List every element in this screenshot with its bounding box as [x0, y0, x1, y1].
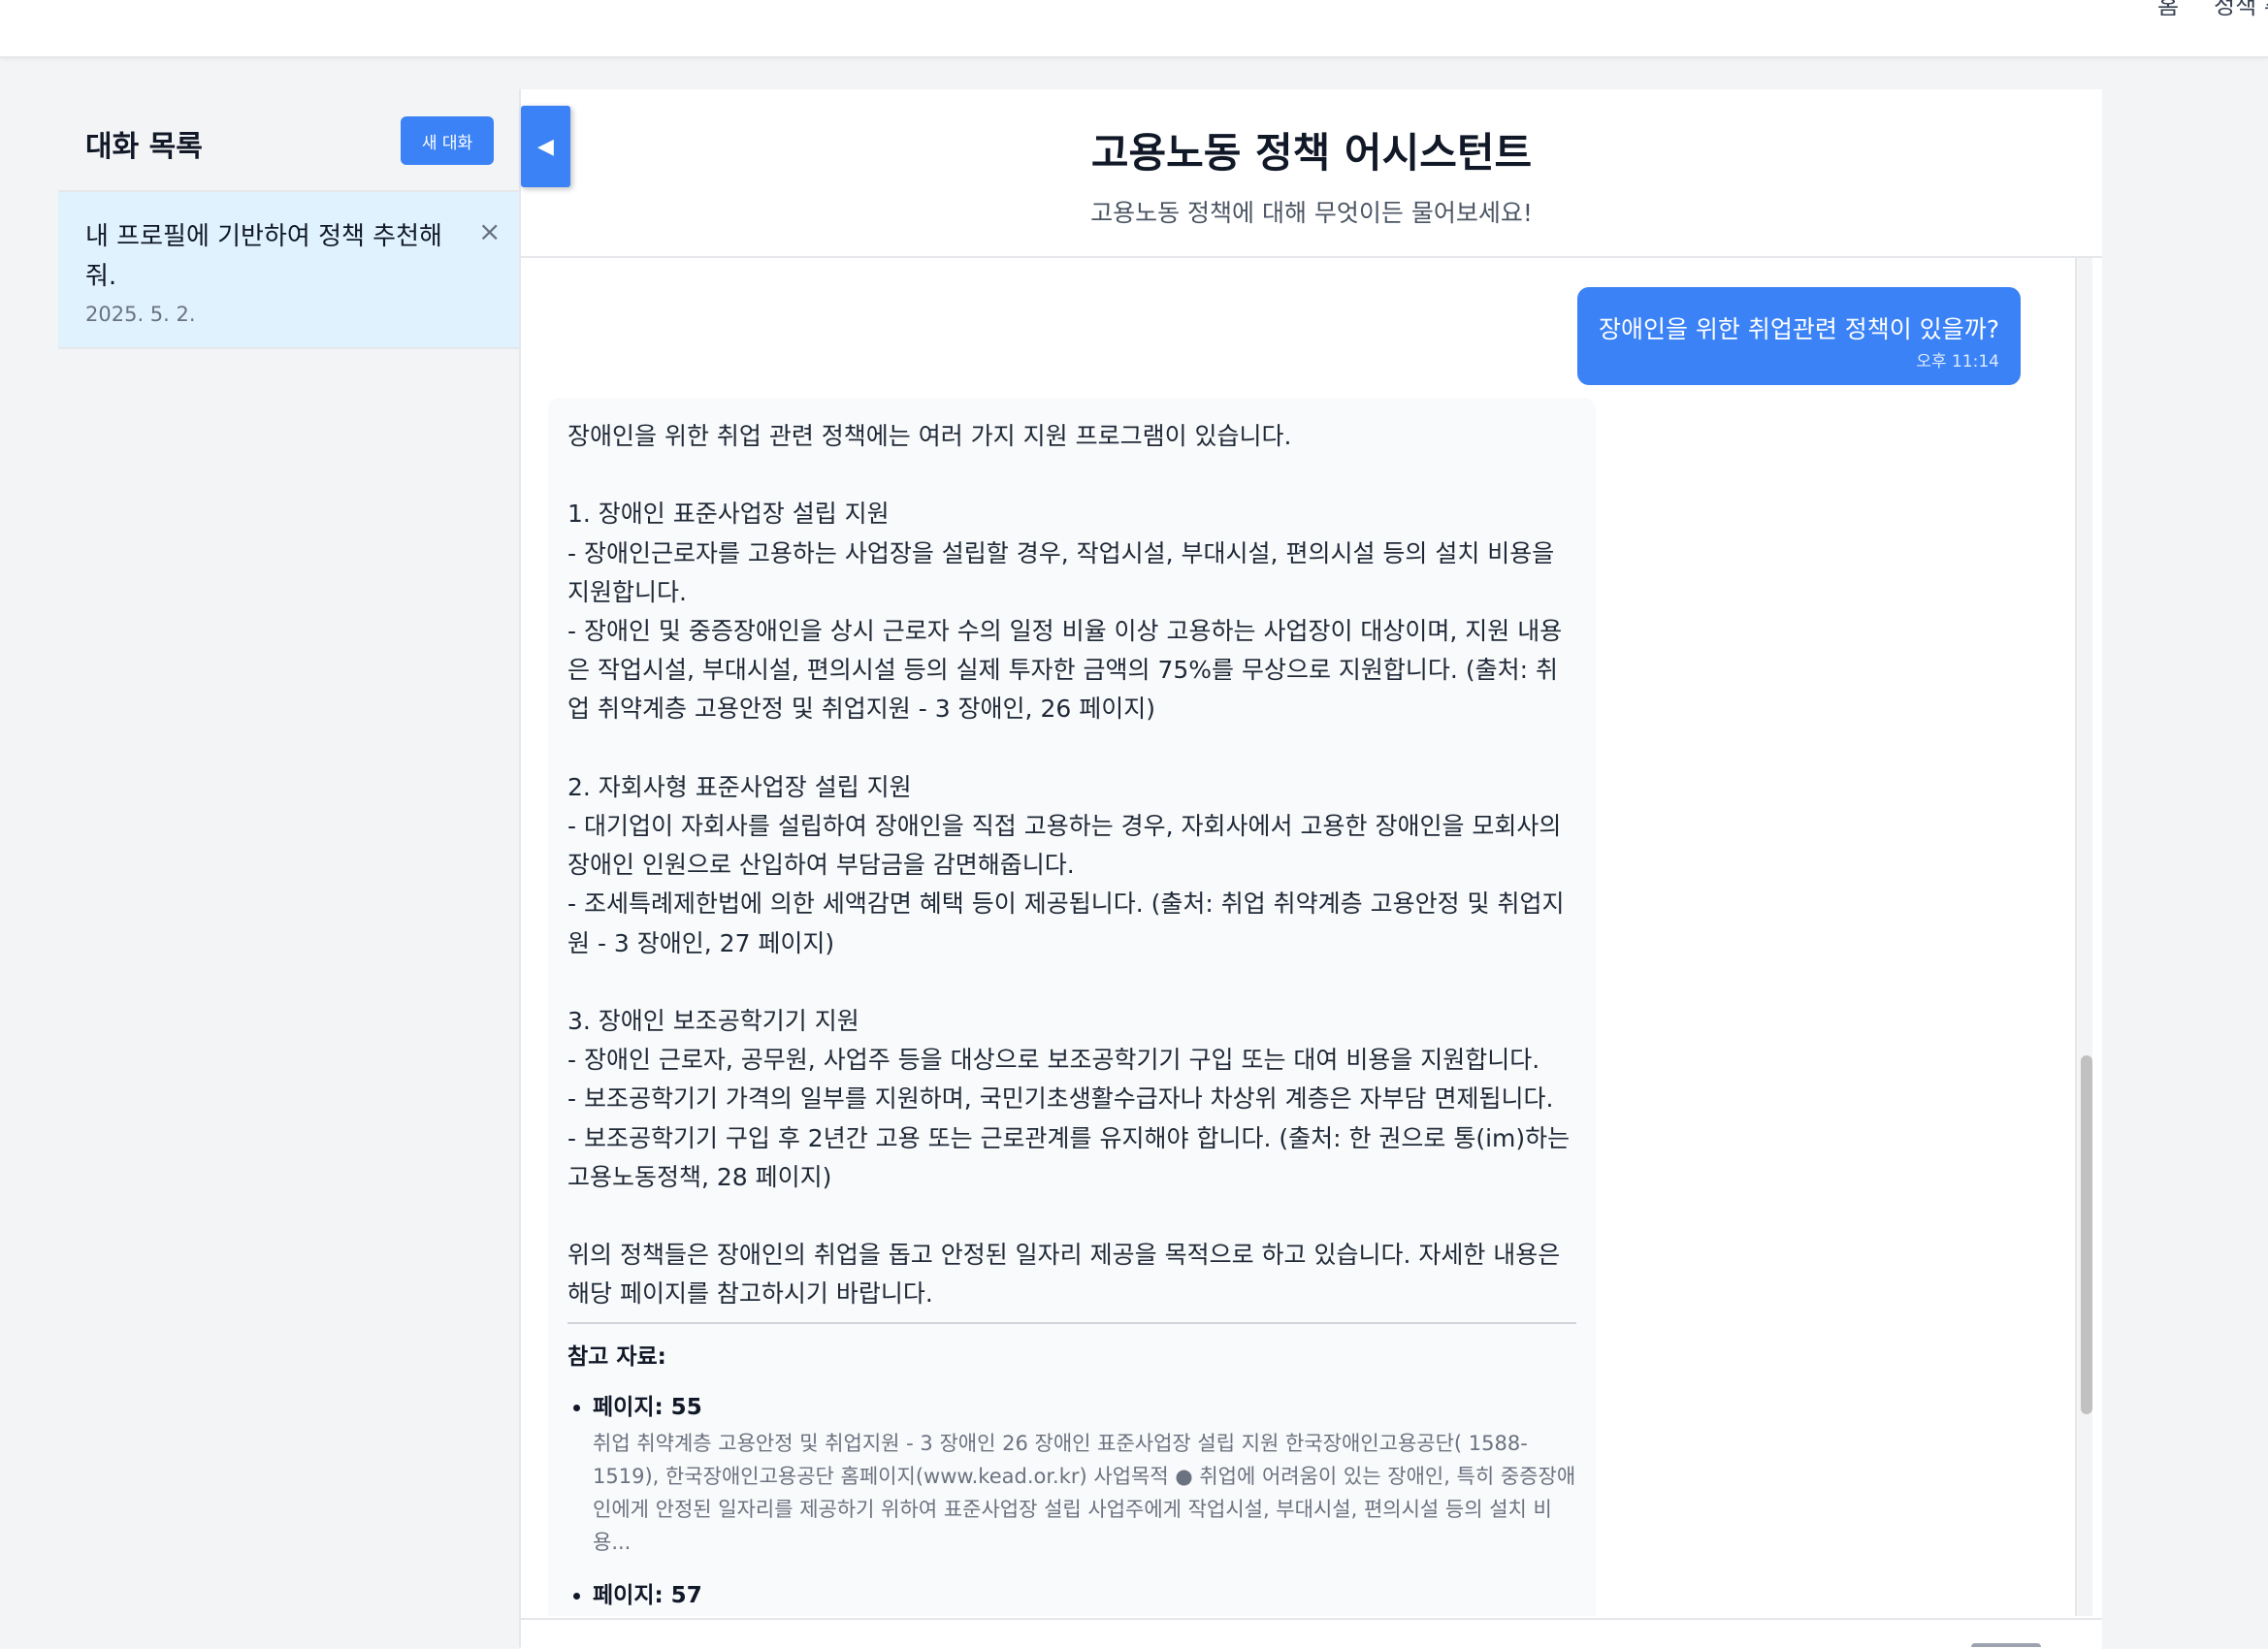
sidebar-toggle-button[interactable]: ◀ [521, 106, 570, 187]
reference-page: 페이지: 55 [593, 1394, 702, 1420]
scrollbar-thumb[interactable] [2081, 1055, 2092, 1414]
nav-link-policy-recommend[interactable]: 정책 추천 [2214, 0, 2268, 20]
message-timestamp: 오후 11:14 [1916, 352, 1999, 372]
conversation-sidebar: 대화 목록 새 대화 내 프로필에 기반하여 정책 추천해줘. 2025. 5.… [58, 89, 521, 1647]
send-button[interactable] [1971, 1643, 2041, 1647]
reference-item: 페이지: 57 [593, 1576, 1576, 1609]
conversation-item[interactable]: 내 프로필에 기반하여 정책 추천해줘. 2025. 5. 2. × [58, 190, 519, 349]
assistant-message: 장애인을 위한 취업 관련 정책에는 여러 가지 지원 프로그램이 있습니다. … [548, 398, 1596, 1616]
reference-page: 페이지: 57 [593, 1582, 702, 1608]
message-input-area [521, 1618, 2102, 1649]
divider [567, 1321, 1576, 1324]
user-message: 장애인을 위한 취업관련 정책이 있을까? 오후 11:14 [1576, 287, 2021, 385]
top-navigation: 홈 정책 추천 [0, 0, 2268, 58]
chevron-left-icon: ◀ [537, 134, 554, 159]
chat-panel: 고용노동 정책 어시스턴트 고용노동 정책에 대해 무엇이든 물어보세요! 장애… [521, 89, 2102, 1647]
new-chat-button[interactable]: 새 대화 [401, 116, 494, 165]
chat-header: 고용노동 정책 어시스턴트 고용노동 정책에 대해 무엇이든 물어보세요! [521, 89, 2102, 258]
close-icon[interactable]: × [478, 215, 501, 247]
references-title: 참고 자료: [567, 1343, 666, 1370]
user-message-text: 장애인을 위한 취업관련 정책이 있을까? [1598, 315, 1999, 343]
assistant-message-text: 장애인을 위한 취업 관련 정책에는 여러 가지 지원 프로그램이 있습니다. … [567, 422, 1571, 1309]
page-title: 고용노동 정책 어시스턴트 [1090, 129, 1533, 177]
nav-link-home[interactable]: 홈 [2157, 0, 2179, 20]
page-subtitle: 고용노동 정책에 대해 무엇이든 물어보세요! [1090, 199, 1533, 227]
conversation-title: 내 프로필에 기반하여 정책 추천해줘. [85, 222, 442, 291]
nav-links: 홈 정책 추천 [2157, 0, 2268, 20]
sidebar-header: 대화 목록 새 대화 [58, 89, 519, 190]
sidebar-title: 대화 목록 [85, 130, 203, 164]
reference-excerpt: 취업 취약계층 고용안정 및 취업지원 - 3 장애인 26 장애인 표준사업장… [593, 1431, 1576, 1554]
message-list[interactable]: 장애인을 위한 취업관련 정책이 있을까? 오후 11:14 장애인을 위한 취… [521, 258, 2073, 1616]
references-section: 참고 자료: 페이지: 55 취업 취약계층 고용안정 및 취업지원 - 3 장… [567, 1338, 1576, 1609]
conversation-date: 2025. 5. 2. [85, 303, 196, 326]
reference-item: 페이지: 55 취업 취약계층 고용안정 및 취업지원 - 3 장애인 26 장… [593, 1388, 1576, 1559]
